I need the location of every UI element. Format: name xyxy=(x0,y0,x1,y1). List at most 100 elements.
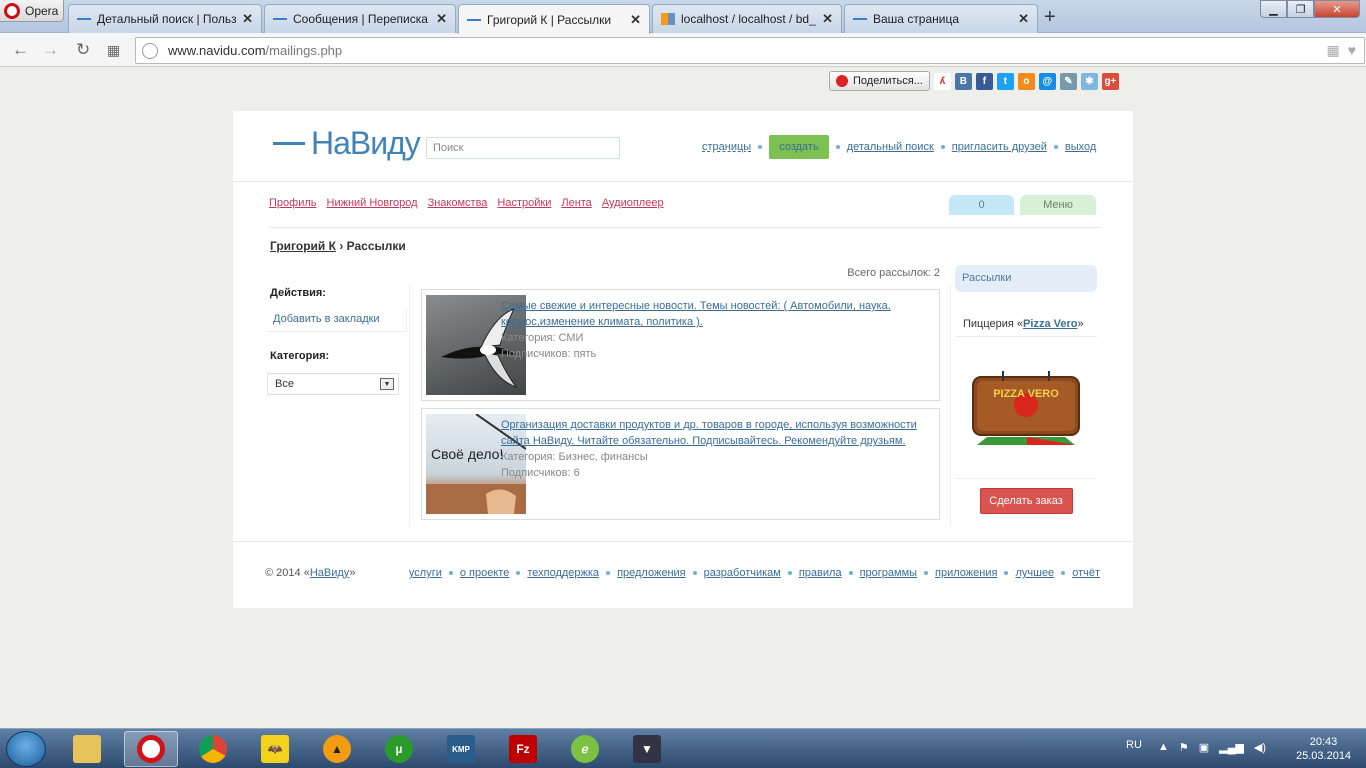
menu-item-city[interactable]: Нижний Новгород xyxy=(327,197,418,209)
google-plus-icon[interactable]: g+ xyxy=(1101,72,1119,90)
taskbar-opera[interactable] xyxy=(124,731,178,767)
start-button[interactable] xyxy=(6,731,46,767)
filezilla-icon: Fz xyxy=(509,735,537,763)
tab-messages[interactable]: Сообщения | Переписка ✕ xyxy=(264,4,456,33)
volume-icon[interactable]: ◀) xyxy=(1254,741,1266,754)
back-arrow-icon[interactable]: ← xyxy=(12,40,29,60)
site-favicon-icon xyxy=(853,18,867,20)
tab-mailings[interactable]: Григорий К | Рассылки ✕ xyxy=(458,4,650,34)
shield-icon: ▼ xyxy=(633,735,661,763)
network-flag-icon[interactable]: ⚑ xyxy=(1179,741,1189,754)
footer-link-best[interactable]: лучшее xyxy=(1015,567,1054,579)
taskbar-app[interactable]: ▼ xyxy=(620,731,674,767)
footer-link-developers[interactable]: разработчикам xyxy=(704,567,781,579)
footer-link-proposals[interactable]: предложения xyxy=(617,567,686,579)
twitter-icon[interactable]: t xyxy=(996,72,1014,90)
close-icon[interactable]: ✕ xyxy=(436,11,447,27)
menu-button[interactable]: Меню xyxy=(1020,195,1096,215)
share-figure-icon[interactable]: ʎ xyxy=(933,72,951,90)
livejournal-icon[interactable]: ✎ xyxy=(1059,72,1077,90)
close-icon[interactable]: ✕ xyxy=(822,11,833,27)
stash-grid-icon[interactable]: ▦ xyxy=(1326,42,1339,59)
menu-item-feed[interactable]: Лента xyxy=(561,197,591,209)
taskbar-chrome[interactable] xyxy=(186,731,240,767)
facebook-icon[interactable]: f xyxy=(975,72,993,90)
taskbar-explorer[interactable] xyxy=(60,731,114,767)
tab-phpmyadmin[interactable]: localhost / localhost / bd_ ✕ xyxy=(652,4,842,33)
taskbar-aimp[interactable]: ▲ xyxy=(310,731,364,767)
share-button[interactable]: Поделиться... xyxy=(829,71,930,91)
footer-link-report[interactable]: отчёт xyxy=(1072,567,1100,579)
liveinternet-icon[interactable]: ✱ xyxy=(1080,72,1098,90)
separator-dot-icon xyxy=(924,571,929,575)
menu-item-profile[interactable]: Профиль xyxy=(269,197,317,209)
footer-link-rules[interactable]: правила xyxy=(799,567,842,579)
minimize-icon[interactable]: ▁ xyxy=(1260,0,1287,18)
maximize-icon[interactable]: ❐ xyxy=(1287,0,1314,18)
new-tab-plus-icon[interactable]: + xyxy=(1044,6,1056,29)
speed-dial-grid-icon[interactable]: ▦ xyxy=(107,42,120,59)
taskbar-utorrent[interactable]: µ xyxy=(372,731,426,767)
chevron-up-icon[interactable]: ▲ xyxy=(1158,741,1169,754)
create-button[interactable]: создать xyxy=(769,135,829,159)
category-select[interactable]: Все ▼ xyxy=(267,373,399,395)
mailing-item: Самые свежие и интересные новости. Темы … xyxy=(421,289,940,401)
footer-link-apps[interactable]: приложения xyxy=(935,567,997,579)
pages-link[interactable]: страницы xyxy=(702,141,751,153)
url-path: /mailings.php xyxy=(265,43,343,58)
taskbar-dreamweaver[interactable]: ℯ xyxy=(558,731,612,767)
clock[interactable]: 20:43 25.03.2014 xyxy=(1296,735,1351,763)
forward-arrow-icon[interactable]: → xyxy=(42,40,59,60)
url-input[interactable]: www.navidu.com/mailings.php ▦ ♥ xyxy=(135,37,1365,64)
device-icon[interactable]: ▣ xyxy=(1199,741,1209,754)
tab-detailed-search[interactable]: Детальный поиск | Польз ✕ xyxy=(68,4,262,33)
menu-item-audioplayer[interactable]: Аудиоплеер xyxy=(602,197,664,209)
footer-link-support[interactable]: техподдержка xyxy=(527,567,599,579)
tab-your-page[interactable]: Ваша страница ✕ xyxy=(844,4,1038,33)
footer-link-programs[interactable]: программы xyxy=(860,567,917,579)
ad-name-link[interactable]: Pizza Vero xyxy=(1023,318,1077,330)
sidebar-item-mailings[interactable]: Рассылки xyxy=(955,265,1097,292)
mailru-icon[interactable]: @ xyxy=(1038,72,1056,90)
signal-icon[interactable]: ▂▄▆ xyxy=(1219,741,1244,754)
taskbar-filezilla[interactable]: Fz xyxy=(496,731,550,767)
invite-friends-link[interactable]: пригласить друзей xyxy=(952,141,1047,153)
mailing-title-link[interactable]: Организация доставки продуктов и др. тов… xyxy=(501,419,917,447)
detailed-search-link[interactable]: детальный поиск xyxy=(847,141,934,153)
site-logo[interactable]: НаВиду xyxy=(273,125,421,162)
copyright-link[interactable]: НаВиду xyxy=(310,567,350,579)
language-indicator[interactable]: RU xyxy=(1126,739,1142,751)
close-icon[interactable]: ✕ xyxy=(242,11,253,27)
menu-item-dating[interactable]: Знакомства xyxy=(428,197,488,209)
menu-item-settings[interactable]: Настройки xyxy=(497,197,551,209)
logout-link[interactable]: выход xyxy=(1065,141,1096,153)
url-host: www.navidu.com xyxy=(168,43,266,58)
taskbar-thebat[interactable]: 🦇 xyxy=(248,731,302,767)
close-window-icon[interactable]: ✕ xyxy=(1314,0,1360,18)
separator-dot-icon xyxy=(848,571,853,575)
search-input[interactable]: Поиск xyxy=(426,137,620,159)
tab-title: Григорий К | Рассылки xyxy=(487,12,612,27)
mailing-subscribers: Подписчиков: пять xyxy=(501,348,597,360)
add-bookmark-link[interactable]: Добавить в закладки xyxy=(267,307,407,332)
site-info-icon[interactable] xyxy=(142,42,158,59)
pizza-vero-logo[interactable]: PIZZA VERO xyxy=(967,367,1085,445)
odnoklassniki-icon[interactable]: о xyxy=(1017,72,1035,90)
footer-links: услуги о проекте техподдержка предложени… xyxy=(409,567,1100,579)
reload-icon[interactable]: ↻ xyxy=(76,40,90,60)
footer-link-about[interactable]: о проекте xyxy=(460,567,509,579)
footer-link-services[interactable]: услуги xyxy=(409,567,442,579)
system-tray: ▲ ⚑ ▣ ▂▄▆ ◀) xyxy=(1158,741,1266,754)
url-actions: ▦ ♥ xyxy=(1326,42,1356,59)
close-icon[interactable]: ✕ xyxy=(1018,11,1029,27)
close-icon[interactable]: ✕ xyxy=(630,12,641,28)
notifications-counter[interactable]: 0 xyxy=(949,195,1014,215)
mailing-title-link[interactable]: Самые свежие и интересные новости. Темы … xyxy=(501,300,891,328)
vk-icon[interactable]: В xyxy=(954,72,972,90)
bookmark-heart-icon[interactable]: ♥ xyxy=(1348,42,1356,59)
opera-menu-button[interactable]: Opera xyxy=(0,0,64,22)
taskbar-kmplayer[interactable]: KMP xyxy=(434,731,488,767)
logo-text: НаВиду xyxy=(311,125,421,161)
order-button[interactable]: Сделать заказ xyxy=(979,488,1073,514)
breadcrumb-user-link[interactable]: Григорий К xyxy=(270,239,336,253)
